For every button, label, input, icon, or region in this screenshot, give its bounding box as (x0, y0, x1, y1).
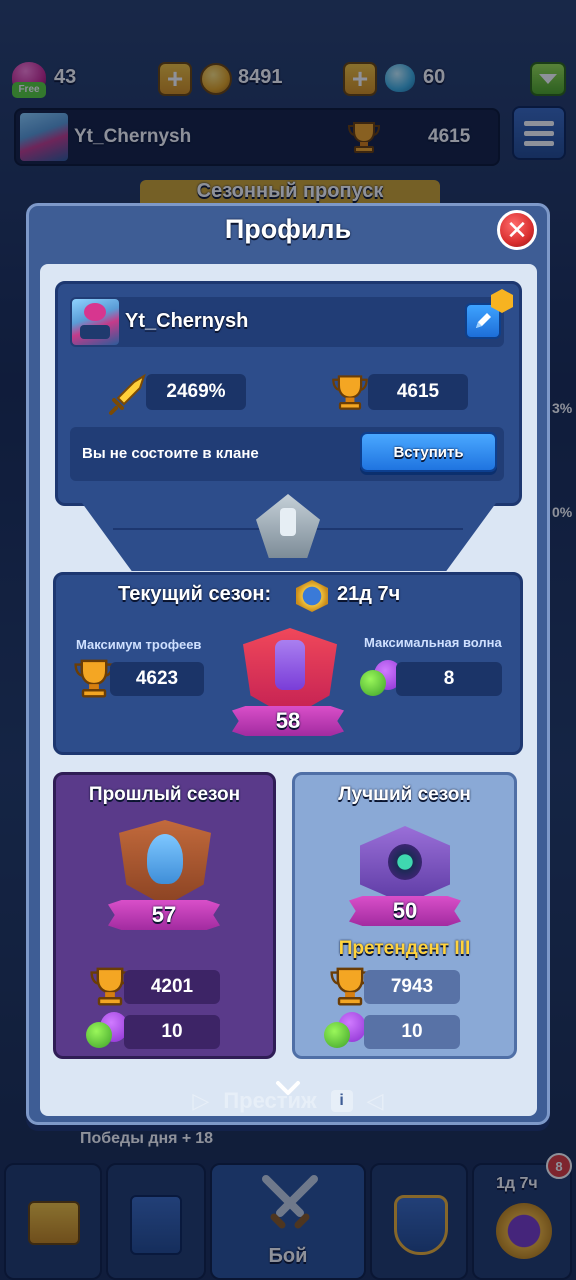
arrow-right-icon: ▷ (192, 1088, 210, 1113)
power-value: 2469% (146, 374, 246, 410)
pencil-icon (476, 313, 491, 328)
info-icon[interactable]: i (330, 1090, 353, 1112)
best-season-title: Лучший сезон (338, 784, 471, 805)
last-season-wave: 10 (124, 1015, 220, 1049)
max-trophies-label: Максимум трофеев (76, 637, 202, 652)
best-season-wave: 10 (364, 1015, 460, 1049)
close-icon: ✕ (506, 215, 528, 245)
season-level: 58 (232, 706, 344, 736)
profile-name: Yt_Chernysh (125, 310, 249, 332)
best-season-rank: Претендент III (338, 938, 471, 959)
join-clan-button[interactable]: Вступить (360, 432, 497, 472)
prestige-label: Престиж (223, 1088, 317, 1113)
max-trophies-value: 4623 (110, 662, 204, 696)
last-season-level: 57 (108, 900, 220, 930)
trophies-value: 4615 (368, 374, 468, 410)
best-season-trophies: 7943 (364, 970, 460, 1004)
close-button[interactable]: ✕ (497, 210, 537, 250)
clan-status: Вы не состоите в клане (82, 445, 259, 462)
max-wave-label: Максимальная волна (364, 635, 502, 650)
last-season-trophies: 4201 (124, 970, 220, 1004)
sword-icon (109, 373, 146, 415)
wave-monsters-icon (324, 1012, 368, 1048)
trophy-icon (332, 375, 368, 410)
arrow-left-icon: ◁ (366, 1088, 384, 1113)
expand-chevron-icon[interactable] (275, 1080, 301, 1096)
max-wave-value: 8 (396, 662, 502, 696)
profile-avatar[interactable] (72, 299, 119, 345)
modal-title: Профиль (224, 214, 352, 244)
best-season-level: 50 (349, 896, 461, 926)
last-season-title: Прошлый сезон (88, 784, 241, 805)
current-season-time: 21д 7ч (337, 583, 401, 605)
current-season-title: Текущий сезон: (118, 583, 272, 605)
